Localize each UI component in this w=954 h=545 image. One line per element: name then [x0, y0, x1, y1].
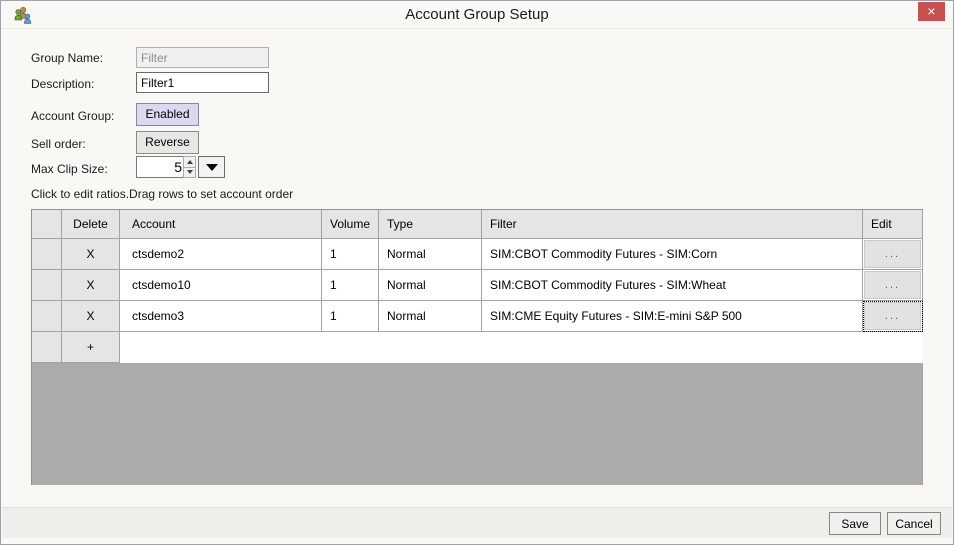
- accounts-grid: Delete Account Volume Type Filter Edit X…: [31, 209, 923, 485]
- row-selector[interactable]: [32, 301, 62, 332]
- volume-cell[interactable]: 1: [322, 239, 379, 270]
- type-cell[interactable]: Normal: [379, 301, 482, 332]
- add-row[interactable]: +: [32, 332, 923, 363]
- edit-cell: ...: [863, 239, 923, 270]
- edit-ellipsis-button[interactable]: ...: [864, 271, 921, 299]
- header-delete: Delete: [62, 210, 120, 239]
- account-cell[interactable]: ctsdemo2: [120, 239, 322, 270]
- delete-cell[interactable]: X: [62, 301, 120, 332]
- volume-cell[interactable]: 1: [322, 301, 379, 332]
- sell-order-label: Sell order:: [31, 137, 86, 151]
- group-name-input: [136, 47, 269, 68]
- edit-ellipsis-button[interactable]: ...: [864, 302, 921, 330]
- chevron-down-icon: [206, 164, 218, 171]
- header-account: Account: [120, 210, 322, 239]
- row-selector[interactable]: [32, 239, 62, 270]
- add-row-button[interactable]: +: [62, 332, 120, 363]
- delete-cell[interactable]: X: [62, 270, 120, 301]
- table-row[interactable]: X ctsdemo3 1 Normal SIM:CME Equity Futur…: [32, 301, 923, 332]
- account-cell[interactable]: ctsdemo3: [120, 301, 322, 332]
- header-rowselector: [32, 210, 62, 239]
- window-title: Account Group Setup: [1, 1, 953, 29]
- filter-cell[interactable]: SIM:CBOT Commodity Futures - SIM:Wheat: [482, 270, 863, 301]
- max-clip-size-stepper: [183, 156, 196, 178]
- account-group-setup-dialog: Account Group Setup × Group Name: Descri…: [0, 0, 954, 545]
- arrow-down-icon: [187, 170, 193, 174]
- account-group-enabled-button[interactable]: Enabled: [136, 103, 199, 126]
- max-clip-size-dropdown-button[interactable]: [198, 156, 225, 178]
- sell-order-reverse-button[interactable]: Reverse: [136, 131, 199, 154]
- description-label: Description:: [31, 77, 94, 91]
- volume-cell[interactable]: 1: [322, 270, 379, 301]
- header-type: Type: [379, 210, 482, 239]
- grid-empty-area: [32, 363, 923, 485]
- ratio-hint-text: Click to edit ratios.Drag rows to set ac…: [31, 187, 293, 201]
- header-filter: Filter: [482, 210, 863, 239]
- max-clip-size-control: 5: [136, 156, 225, 178]
- header-edit: Edit: [863, 210, 923, 239]
- footer-panel: [2, 507, 952, 538]
- edit-ellipsis-button[interactable]: ...: [864, 240, 921, 268]
- row-selector[interactable]: [32, 332, 62, 363]
- cancel-button[interactable]: Cancel: [887, 512, 941, 535]
- max-clip-size-value[interactable]: 5: [136, 156, 184, 178]
- spin-down-button[interactable]: [183, 167, 196, 179]
- add-row-empty-area: [120, 332, 923, 363]
- filter-cell[interactable]: SIM:CME Equity Futures - SIM:E-mini S&P …: [482, 301, 863, 332]
- row-selector[interactable]: [32, 270, 62, 301]
- type-cell[interactable]: Normal: [379, 270, 482, 301]
- arrow-up-icon: [187, 160, 193, 164]
- save-button[interactable]: Save: [829, 512, 881, 535]
- table-row[interactable]: X ctsdemo10 1 Normal SIM:CBOT Commodity …: [32, 270, 923, 301]
- max-clip-size-label: Max Clip Size:: [31, 162, 108, 176]
- table-row[interactable]: X ctsdemo2 1 Normal SIM:CBOT Commodity F…: [32, 239, 923, 270]
- header-volume: Volume: [322, 210, 379, 239]
- group-name-label: Group Name:: [31, 51, 103, 65]
- title-bar: Account Group Setup ×: [1, 1, 953, 29]
- account-cell[interactable]: ctsdemo10: [120, 270, 322, 301]
- edit-cell: ...: [863, 270, 923, 301]
- description-input[interactable]: [136, 72, 269, 93]
- account-group-label: Account Group:: [31, 109, 114, 123]
- edit-cell-focused: ...: [863, 301, 923, 332]
- type-cell[interactable]: Normal: [379, 239, 482, 270]
- grid-header-row: Delete Account Volume Type Filter Edit: [32, 210, 923, 239]
- close-button[interactable]: ×: [918, 2, 945, 21]
- filter-cell[interactable]: SIM:CBOT Commodity Futures - SIM:Corn: [482, 239, 863, 270]
- delete-cell[interactable]: X: [62, 239, 120, 270]
